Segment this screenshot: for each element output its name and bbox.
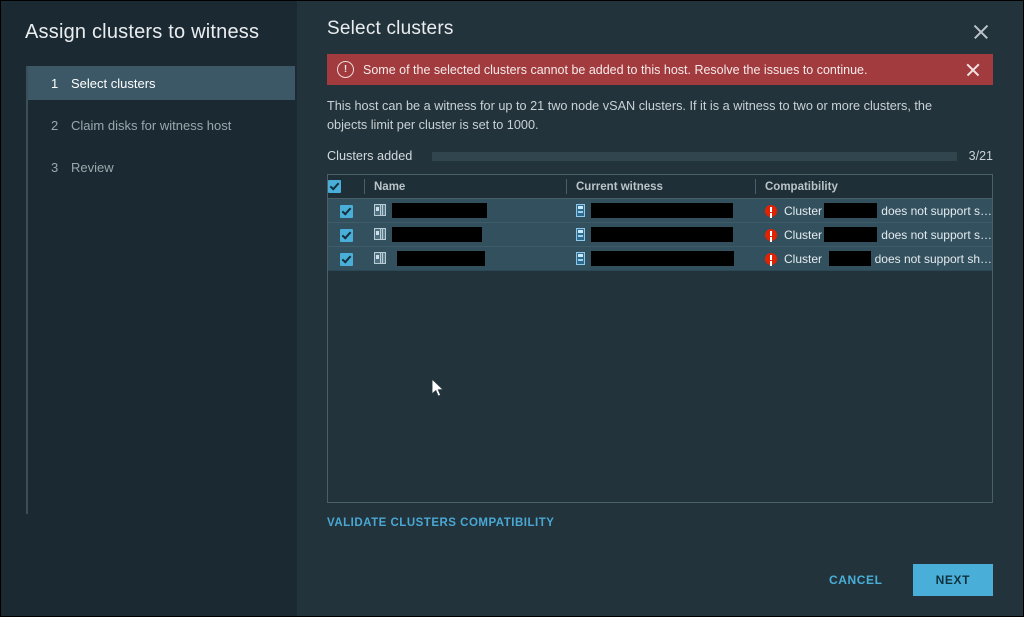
row-checkbox-cell [328,222,364,247]
content-header: Select clusters [327,1,993,44]
page-title: Select clusters [327,18,454,39]
sidebar-item-claim-disks[interactable]: 2 Claim disks for witness host [27,108,295,142]
error-banner-message: Some of the selected clusters cannot be … [363,62,868,77]
table-header-row: Name Current witness Compatibility [328,175,992,199]
redacted-cluster-name [392,203,487,218]
step-label: Select clusters [71,75,156,91]
cell-name [364,246,566,271]
compat-suffix: does not support s… [881,227,992,242]
error-icon [765,228,777,241]
next-button[interactable]: NEXT [912,564,993,596]
description-text: This host can be a witness for up to 21 … [327,99,933,132]
redacted-cluster-ref [824,203,878,218]
cell-name [364,222,566,247]
error-icon [765,204,777,217]
table-row[interactable]: Cluster does not support sh… [328,246,992,271]
wizard-step-list: 1 Select clusters 2 Claim disks for witn… [1,66,297,514]
cell-compatibility: Cluster does not support sh… [755,246,992,271]
validate-clusters-compatibility-link[interactable]: VALIDATE CLUSTERS COMPATIBILITY [327,517,554,529]
row-checkbox-cell [328,246,364,271]
cluster-icon [374,204,386,217]
row-checkbox[interactable] [339,228,353,242]
table-row[interactable]: Cluster does not support s… [328,198,992,223]
redacted-cluster-ref [829,251,871,266]
error-banner-close-icon[interactable] [963,60,983,80]
step-number: 3 [51,159,59,175]
wizard-title: Assign clusters to witness [25,21,260,43]
cell-current-witness [566,222,755,247]
compat-prefix: Cluster [784,227,823,242]
cell-compatibility: Cluster does not support s… [755,198,992,223]
table-row[interactable]: Cluster does not support s… [328,222,992,247]
sidebar-item-select-clusters[interactable]: 1 Select clusters [27,66,295,100]
cluster-icon [374,228,386,241]
compat-suffix: does not support s… [881,203,992,218]
compat-suffix: does not support sh… [874,251,992,266]
cell-current-witness [566,198,755,223]
close-icon[interactable] [969,20,993,44]
redacted-cluster-name [397,251,485,266]
select-all-header [328,175,364,199]
clusters-table: Name Current witness Compatibility Clust… [327,174,993,503]
host-icon [576,228,585,241]
redacted-witness-name [591,251,734,266]
sidebar-item-review[interactable]: 3 Review [27,150,295,184]
host-icon [576,204,585,217]
progress-track [432,151,957,161]
host-icon [576,252,585,265]
redacted-cluster-ref [824,227,878,242]
column-header-current-witness[interactable]: Current witness [566,175,755,199]
step-label: Claim disks for witness host [71,117,232,133]
wizard-nav-panel: Assign clusters to witness 1 Select clus… [1,1,297,616]
wizard-content-panel: Select clusters ! Some of the selected c… [297,1,1023,616]
compat-prefix: Cluster [784,251,823,266]
step-label: Review [71,159,114,175]
cell-compatibility: Cluster does not support s… [755,222,992,247]
row-checkbox-cell [328,198,364,223]
cluster-icon [374,252,386,265]
error-circle-icon: ! [337,61,354,78]
step-number: 1 [51,75,59,91]
row-checkbox[interactable] [339,252,353,266]
cell-name [364,198,566,223]
column-header-compatibility[interactable]: Compatibility [755,175,992,199]
cancel-button[interactable]: CANCEL [813,566,899,594]
table-body: Cluster does not support s… Cluster does… [328,198,992,271]
error-icon [765,252,777,265]
clusters-added-progress: Clusters added 3/21 [327,149,993,163]
select-all-checkbox[interactable] [328,180,341,193]
wizard-footer: CANCEL NEXT [813,564,993,596]
step-number: 2 [51,117,59,133]
row-checkbox[interactable] [339,204,353,218]
redacted-cluster-name [392,227,482,242]
redacted-witness-name [591,203,733,218]
error-banner: ! Some of the selected clusters cannot b… [327,54,993,85]
progress-label: Clusters added [327,149,413,163]
compat-prefix: Cluster [784,203,823,218]
assign-clusters-wizard: Assign clusters to witness 1 Select clus… [0,0,1024,617]
cell-current-witness [566,246,755,271]
progress-count: 3/21 [968,149,993,163]
column-header-name[interactable]: Name [364,175,566,199]
redacted-witness-name [591,227,733,242]
step-rail [26,66,28,514]
